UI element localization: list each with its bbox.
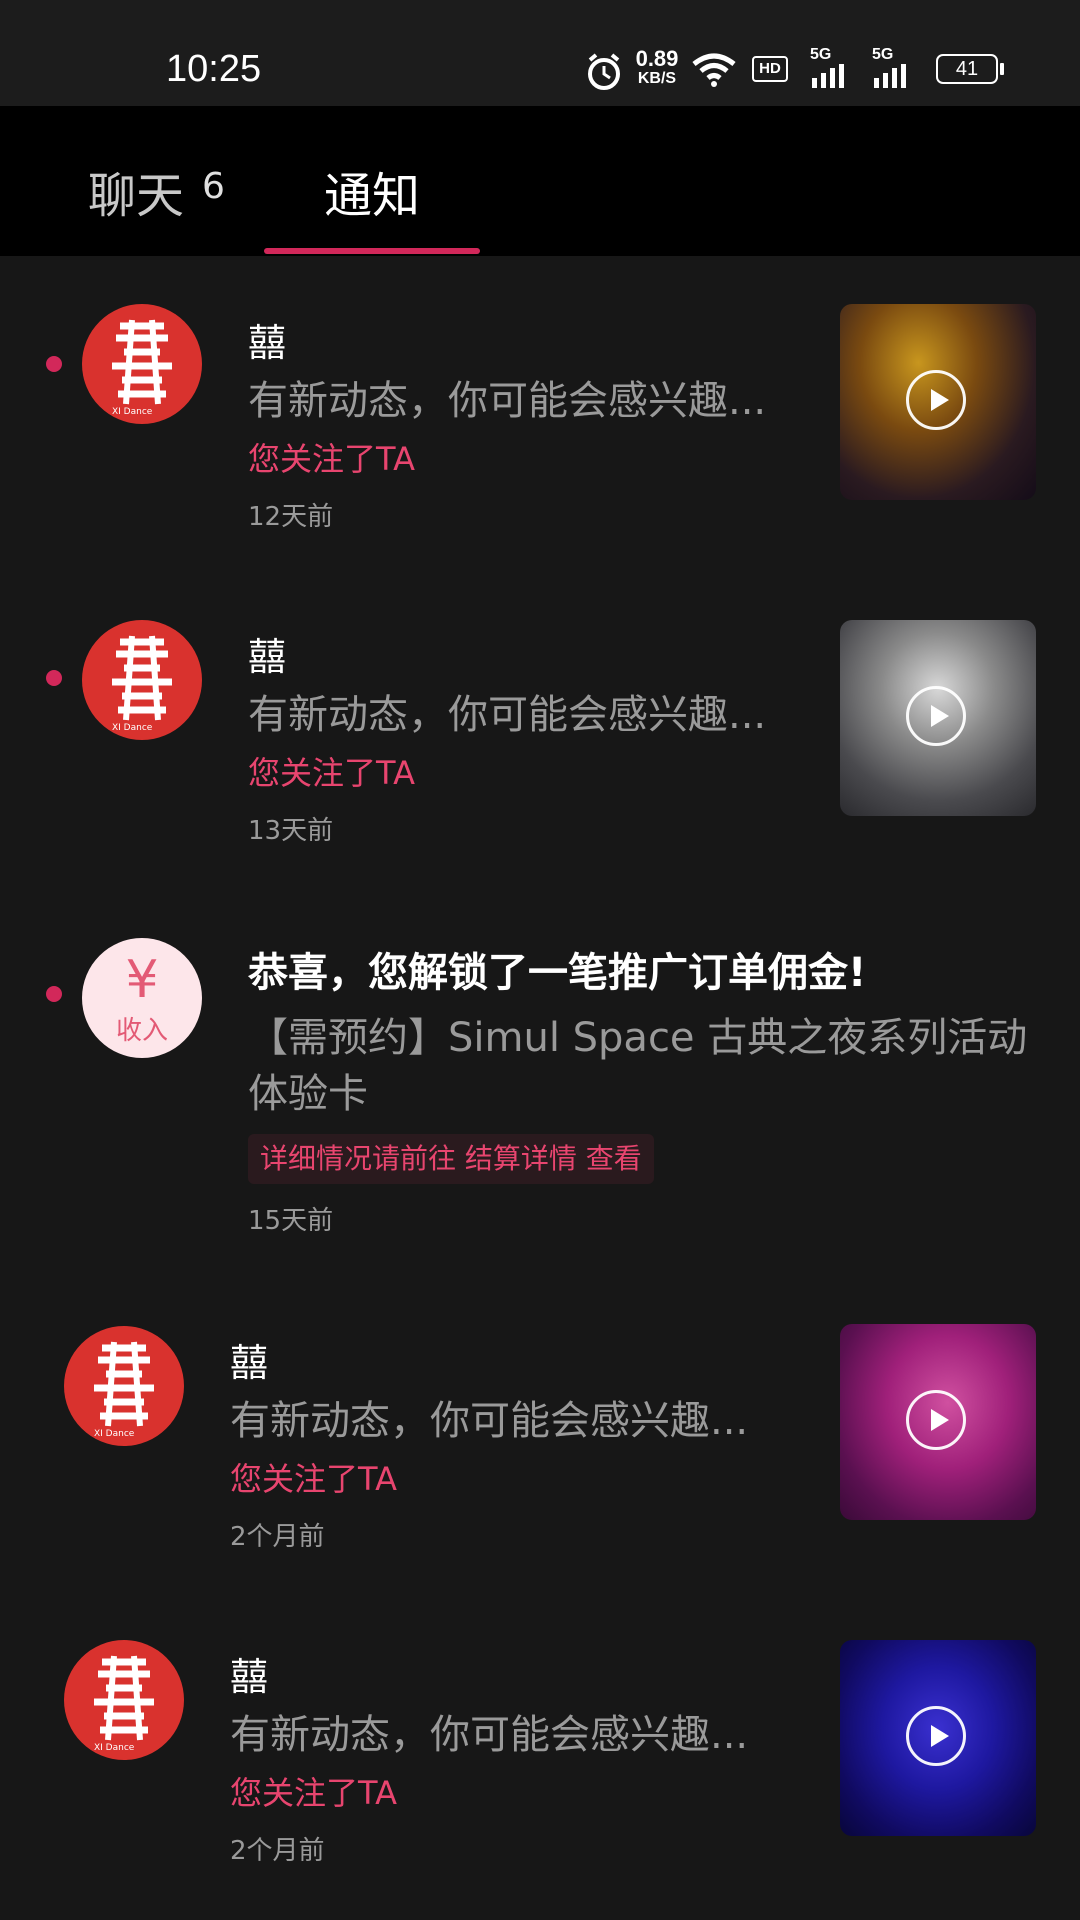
notification-desc: 有新动态，你可能会感兴趣... [248,378,767,424]
play-icon [906,1390,966,1450]
follow-status: 您关注了TA [230,1774,397,1812]
tab-notifications[interactable]: 通知 [324,156,420,226]
battery-tip [1000,63,1004,75]
battery-level: 41 [955,58,979,80]
follow-status: 您关注了TA [248,440,415,478]
net-speed-unit: KB/S [637,70,677,87]
avatar[interactable]: XI Dance [82,620,202,740]
sender-name: 囍 [248,635,287,679]
promo-title: 恭喜，您解锁了一笔推广订单佣金! [248,950,867,996]
play-icon [906,686,966,746]
svg-text:XI Dance: XI Dance [112,407,153,417]
timestamp: 2个月前 [230,1836,325,1866]
status-bar: 10:25 0.89 KB/S HD 5G 5G 41 [0,0,1080,106]
timestamp: 12天前 [248,502,334,532]
unread-dot [46,670,62,686]
play-icon [906,1706,966,1766]
notification-desc: 有新动态，你可能会感兴趣... [248,692,767,738]
follow-status: 您关注了TA [230,1460,397,1498]
svg-text:XI Dance: XI Dance [112,723,153,733]
sim1-label: 5G [810,46,832,63]
notification-desc: 有新动态，你可能会感兴趣... [230,1712,749,1758]
promo-desc: 【需预约】Simul Space 古典之夜系列活动体验卡 [248,1015,1028,1117]
notification-item[interactable]: XI Dance 囍 有新动态，你可能会感兴趣... 您关注了TA 12天前 [0,256,1080,546]
sender-name: 囍 [248,321,287,365]
income-icon: ¥ 收入 [82,938,202,1058]
video-thumbnail[interactable] [840,1640,1036,1836]
follow-status: 您关注了TA [248,754,415,792]
signal-icon [874,64,906,88]
chat-unread-count: 6 [202,166,225,207]
status-time: 10:25 [166,48,262,90]
play-icon [906,370,966,430]
alarm-icon [588,53,620,90]
wifi-icon [692,53,736,87]
sender-name: 囍 [230,1655,269,1699]
club-logo-icon: XI Dance [112,635,172,733]
sender-name: 囍 [230,1341,269,1385]
hd-icon: HD [752,56,788,82]
battery-icon: 41 [936,54,998,84]
club-logo-icon: XI Dance [112,319,172,417]
timestamp: 15天前 [248,1206,334,1236]
svg-text:XI Dance: XI Dance [94,1429,135,1439]
club-logo-icon: XI Dance [94,1655,154,1753]
tab-bar: 聊天 6 通知 [0,106,1080,256]
video-thumbnail[interactable] [840,1324,1036,1520]
notification-item[interactable]: XI Dance 囍 有新动态，你可能会感兴趣... 您关注了TA 2个月前 [0,1590,1080,1890]
hd-label: HD [759,60,781,77]
unread-dot [46,986,62,1002]
net-speed: 0.89 KB/S [632,48,682,88]
notification-item[interactable]: XI Dance 囍 有新动态，你可能会感兴趣... 您关注了TA 2个月前 [0,1276,1080,1566]
video-thumbnail[interactable] [840,620,1036,816]
yen-symbol: ¥ [125,950,159,1010]
svg-text:XI Dance: XI Dance [94,1743,135,1753]
avatar[interactable]: XI Dance [82,304,202,424]
timestamp: 13天前 [248,816,334,846]
avatar[interactable]: XI Dance [64,1640,184,1760]
unread-dot [46,356,62,372]
signal-icon [812,64,844,88]
avatar[interactable]: XI Dance [64,1326,184,1446]
video-thumbnail[interactable] [840,304,1036,500]
club-logo-icon: XI Dance [94,1341,154,1439]
net-speed-value: 0.89 [635,46,679,71]
tab-chat[interactable]: 聊天 [88,156,184,226]
active-tab-indicator [264,248,480,254]
timestamp: 2个月前 [230,1522,325,1552]
settlement-details-link[interactable]: 详细情况请前往 结算详情 查看 [248,1134,654,1184]
notification-desc: 有新动态，你可能会感兴趣... [230,1398,749,1444]
sim2-label: 5G [872,46,894,63]
income-label: 收入 [115,1016,168,1046]
notification-item[interactable]: XI Dance 囍 有新动态，你可能会感兴趣... 您关注了TA 13天前 [0,570,1080,860]
